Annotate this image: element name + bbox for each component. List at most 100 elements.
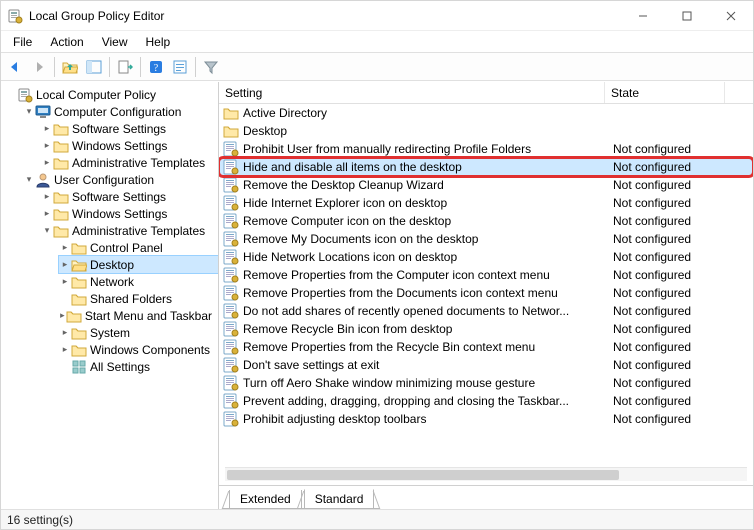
expand-icon[interactable]: ▸ xyxy=(59,276,71,287)
list-row[interactable]: Hide Network Locations icon on desktopNo… xyxy=(219,248,753,266)
list-row[interactable]: Prohibit User from manually redirecting … xyxy=(219,140,753,158)
folder-icon xyxy=(66,308,82,324)
expand-icon[interactable]: ▸ xyxy=(41,123,53,134)
row-state-label: Not configured xyxy=(607,214,691,228)
row-state-label: Not configured xyxy=(607,340,691,354)
tree-root[interactable]: Local Computer Policy xyxy=(5,86,218,103)
list-row[interactable]: Do not add shares of recently opened doc… xyxy=(219,302,753,320)
row-setting-label: Remove Properties from the Recycle Bin c… xyxy=(243,340,607,354)
properties-button[interactable] xyxy=(169,56,191,78)
tree-cc-admin-templates[interactable]: ▸ Administrative Templates xyxy=(41,154,218,171)
expand-icon[interactable]: ▸ xyxy=(41,208,53,219)
horizontal-scrollbar[interactable] xyxy=(225,467,747,481)
column-header-state[interactable]: State xyxy=(605,82,725,103)
tree-label: Desktop xyxy=(90,258,134,272)
nav-forward-button[interactable] xyxy=(28,56,50,78)
status-text: 16 setting(s) xyxy=(7,513,73,527)
setting-icon xyxy=(223,213,239,229)
user-icon xyxy=(35,172,51,188)
tree-desktop[interactable]: ▸ Desktop xyxy=(59,256,218,273)
setting-icon xyxy=(223,159,239,175)
list-row[interactable]: Remove Properties from the Documents ico… xyxy=(219,284,753,302)
setting-icon xyxy=(223,393,239,409)
tree-all-settings[interactable]: All Settings xyxy=(59,358,218,375)
expand-icon[interactable]: ▸ xyxy=(41,191,53,202)
list-row[interactable]: Desktop xyxy=(219,122,753,140)
tree-cc-software-settings[interactable]: ▸ Software Settings xyxy=(41,120,218,137)
scrollbar-thumb[interactable] xyxy=(227,470,619,480)
list-row[interactable]: Remove Properties from the Recycle Bin c… xyxy=(219,338,753,356)
tree-user-configuration[interactable]: ▾ User Configuration xyxy=(23,171,218,188)
tree-windows-components[interactable]: ▸ Windows Components xyxy=(59,341,218,358)
expand-icon[interactable]: ▸ xyxy=(59,242,71,253)
list-row[interactable]: Remove Recycle Bin icon from desktopNot … xyxy=(219,320,753,338)
menu-help[interactable]: Help xyxy=(138,33,179,51)
menu-action[interactable]: Action xyxy=(42,33,91,51)
show-hide-tree-button[interactable] xyxy=(83,56,105,78)
expand-icon[interactable]: ▾ xyxy=(23,106,35,117)
row-setting-label: Remove Properties from the Documents ico… xyxy=(243,286,607,300)
list-rows[interactable]: Active Directory Desktop Prohibit User fro… xyxy=(219,104,753,467)
tree-pane[interactable]: Local Computer Policy ▾ Computer Configu… xyxy=(1,82,219,509)
tree-uc-admin-templates[interactable]: ▾ Administrative Templates xyxy=(41,222,218,239)
window-close-button[interactable] xyxy=(709,1,753,31)
row-setting-label: Don't save settings at exit xyxy=(243,358,607,372)
expand-icon[interactable]: ▸ xyxy=(59,259,71,270)
export-list-button[interactable] xyxy=(114,56,136,78)
column-header-setting[interactable]: Setting xyxy=(219,82,605,103)
tree-control-panel[interactable]: ▸ Control Panel xyxy=(59,239,218,256)
expand-icon[interactable]: ▸ xyxy=(59,327,71,338)
expand-icon[interactable]: ▸ xyxy=(41,157,53,168)
list-row[interactable]: Active Directory xyxy=(219,104,753,122)
expand-icon[interactable]: ▾ xyxy=(23,174,35,185)
expand-icon[interactable]: ▸ xyxy=(59,310,66,321)
up-one-level-button[interactable] xyxy=(59,56,81,78)
tree-label: Windows Settings xyxy=(72,207,167,221)
folder-icon xyxy=(71,291,87,307)
titlebar: Local Group Policy Editor xyxy=(1,1,753,31)
window-minimize-button[interactable] xyxy=(621,1,665,31)
list-row[interactable]: Remove My Documents icon on the desktopN… xyxy=(219,230,753,248)
row-setting-label: Hide Internet Explorer icon on desktop xyxy=(243,196,607,210)
list-row[interactable]: Prevent adding, dragging, dropping and c… xyxy=(219,392,753,410)
tree-uc-windows-settings[interactable]: ▸ Windows Settings xyxy=(41,205,218,222)
menu-view[interactable]: View xyxy=(94,33,136,51)
list-row[interactable]: Hide and disable all items on the deskto… xyxy=(219,158,753,176)
view-tabs: Extended Standard xyxy=(219,485,753,509)
filter-button[interactable] xyxy=(200,56,222,78)
row-setting-label: Hide and disable all items on the deskto… xyxy=(243,160,607,174)
list-row[interactable]: Remove Properties from the Computer icon… xyxy=(219,266,753,284)
row-setting-label: Remove the Desktop Cleanup Wizard xyxy=(243,178,607,192)
list-row[interactable]: Remove Computer icon on the desktopNot c… xyxy=(219,212,753,230)
tree-label: Windows Components xyxy=(90,343,210,357)
window-maximize-button[interactable] xyxy=(665,1,709,31)
tab-extended[interactable]: Extended xyxy=(229,490,302,509)
tree-computer-configuration[interactable]: ▾ Computer Configuration xyxy=(23,103,218,120)
folder-icon xyxy=(53,223,69,239)
nav-back-button[interactable] xyxy=(4,56,26,78)
tree-start-menu-taskbar[interactable]: ▸ Start Menu and Taskbar xyxy=(59,307,218,324)
tree-system[interactable]: ▸ System xyxy=(59,324,218,341)
tree-uc-software-settings[interactable]: ▸ Software Settings xyxy=(41,188,218,205)
expand-icon[interactable]: ▸ xyxy=(59,344,71,355)
list-row[interactable]: Prohibit adjusting desktop toolbarsNot c… xyxy=(219,410,753,428)
list-row[interactable]: Remove the Desktop Cleanup WizardNot con… xyxy=(219,176,753,194)
row-setting-label: Desktop xyxy=(243,124,607,138)
tree-cc-windows-settings[interactable]: ▸ Windows Settings xyxy=(41,137,218,154)
tree-network[interactable]: ▸ Network xyxy=(59,273,218,290)
expand-icon[interactable]: ▸ xyxy=(41,140,53,151)
setting-icon xyxy=(223,177,239,193)
list-row[interactable]: Hide Internet Explorer icon on desktopNo… xyxy=(219,194,753,212)
tab-standard[interactable]: Standard xyxy=(304,489,375,509)
tree-shared-folders[interactable]: Shared Folders xyxy=(59,290,218,307)
list-row[interactable]: Don't save settings at exitNot configure… xyxy=(219,356,753,374)
expand-icon[interactable]: ▾ xyxy=(41,225,53,236)
row-setting-label: Remove Computer icon on the desktop xyxy=(243,214,607,228)
computer-icon xyxy=(35,104,51,120)
menu-file[interactable]: File xyxy=(5,33,40,51)
help-button[interactable]: ? xyxy=(145,56,167,78)
svg-text:?: ? xyxy=(154,63,159,74)
list-row[interactable]: Turn off Aero Shake window minimizing mo… xyxy=(219,374,753,392)
row-setting-label: Active Directory xyxy=(243,106,607,120)
row-setting-label: Prevent adding, dragging, dropping and c… xyxy=(243,394,607,408)
